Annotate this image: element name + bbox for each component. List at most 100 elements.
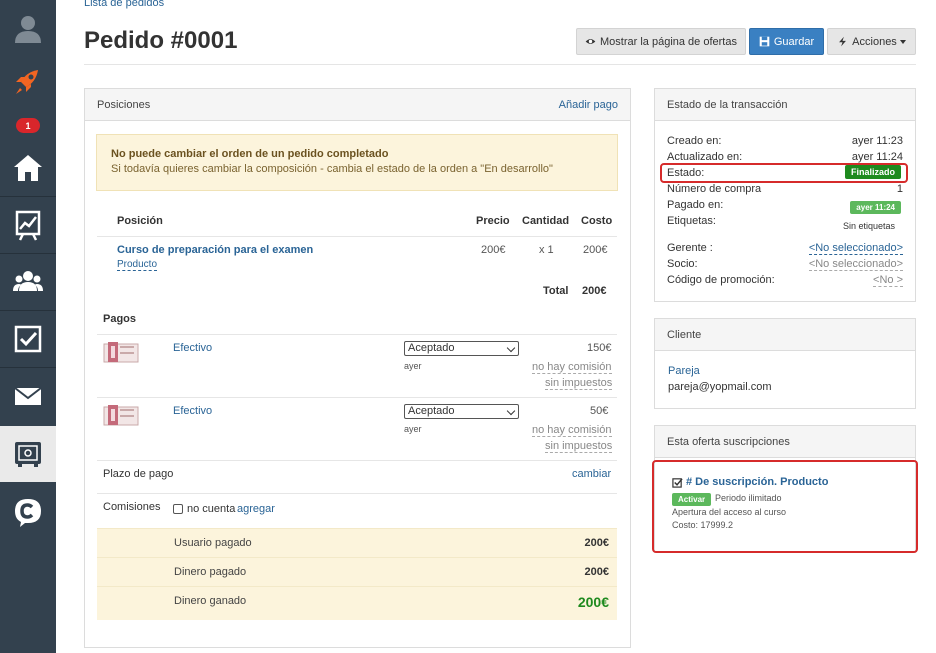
payments-title: Pagos <box>103 313 137 325</box>
positions-panel-header: Posiciones Añadir pago <box>85 89 630 121</box>
sidebar-user-avatar[interactable] <box>0 0 56 56</box>
summary-row-money-earned: Dinero ganado 200€ <box>97 586 617 620</box>
change-payment-term-link[interactable]: cambiar <box>572 468 611 480</box>
safe-icon <box>15 442 41 467</box>
payment-amount: 50€ <box>590 405 609 417</box>
show-offers-label: Mostrar la página de ofertas <box>600 35 737 48</box>
chevron-down-icon <box>899 39 906 44</box>
payment-date: ayer <box>404 424 422 434</box>
sidebar-item-chat[interactable] <box>0 484 56 540</box>
payment-status-select[interactable]: Aceptado <box>404 341 519 356</box>
updated-label: Actualizado en: <box>667 151 743 163</box>
promo-select[interactable]: <No > <box>873 274 903 287</box>
chat-logo-icon <box>15 499 41 527</box>
summary-value-earned: 200€ <box>577 594 609 610</box>
sidebar-item-statistics[interactable] <box>0 197 56 253</box>
purchase-number-label: Número de compra <box>667 183 762 195</box>
subscription-panel-title: Esta oferta suscripciones <box>667 435 790 448</box>
eye-icon <box>585 39 596 44</box>
checked-box-icon <box>672 478 683 488</box>
home-icon <box>14 155 42 181</box>
add-commission-link[interactable]: agregar <box>237 503 275 515</box>
created-label: Creado en: <box>667 135 722 147</box>
promo-label: Código de promoción: <box>667 274 775 286</box>
client-email: pareja@yopmail.com <box>668 381 772 393</box>
show-offers-page-button[interactable]: Mostrar la página de ofertas <box>576 28 746 55</box>
subscription-access: Apertura del acceso al curso <box>672 507 787 517</box>
lightning-icon <box>839 36 847 47</box>
position-item-cost: 200€ <box>583 244 608 256</box>
position-item-type[interactable]: Producto <box>117 259 158 271</box>
subscription-cost: Costo: 17999.2 <box>672 520 734 530</box>
breadcrumb[interactable]: Lista de pedidos <box>84 0 164 9</box>
updated-value: ayer 11:24 <box>851 151 903 163</box>
alert-title: No puede cambiar el orden de un pedido c… <box>111 148 389 160</box>
actions-dropdown-button[interactable]: Acciones <box>827 28 916 55</box>
payment-method-link[interactable]: Efectivo <box>173 342 212 354</box>
payment-amount: 150€ <box>587 342 612 354</box>
total-label: Total <box>543 285 569 297</box>
subscription-product-link[interactable]: # De suscripción. Producto <box>686 476 828 488</box>
sidebar-item-safe[interactable] <box>0 426 56 482</box>
payment-commission[interactable]: no hay comisión <box>532 361 612 374</box>
sidebar-item-tasks[interactable] <box>0 311 56 367</box>
column-header-quantity: Cantidad <box>522 215 570 227</box>
save-button[interactable]: Guardar <box>749 28 824 55</box>
sidebar-item-mail[interactable] <box>0 368 56 424</box>
envelope-icon <box>14 387 42 405</box>
manager-select[interactable]: <No seleccionado> <box>808 242 903 255</box>
payment-date: ayer <box>404 361 422 371</box>
partner-select[interactable]: <No seleccionado> <box>808 258 903 271</box>
page-title: Pedido #0001 <box>84 27 238 54</box>
subscription-active-badge: Activar <box>672 493 712 506</box>
notification-badge[interactable]: 1 <box>16 118 40 133</box>
summary-value: 200€ <box>584 537 609 549</box>
actions-label: Acciones <box>852 35 897 48</box>
checkbox-icon <box>14 325 42 353</box>
payment-tax[interactable]: sin impuestos <box>545 377 613 390</box>
tags-value[interactable]: Sin etiquetas <box>843 221 895 231</box>
paid-badge: ayer 11:24 <box>850 201 901 214</box>
sidebar-item-users[interactable] <box>0 254 56 310</box>
position-item-quantity: x 1 <box>539 244 554 256</box>
sidebar-item-launch[interactable] <box>0 54 56 110</box>
commissions-checkbox[interactable] <box>173 504 183 514</box>
column-header-cost: Costo <box>581 215 613 227</box>
positions-panel-title: Posiciones <box>97 98 151 111</box>
client-panel-header: Cliente <box>655 319 915 351</box>
summary-label: Dinero pagado <box>174 566 247 578</box>
cash-icon <box>103 405 139 426</box>
payment-term-label: Plazo de pago <box>103 468 174 480</box>
client-name-link[interactable]: Pareja <box>668 365 700 377</box>
transaction-panel-title: Estado de la transacción <box>667 98 788 111</box>
paid-label: Pagado en: <box>667 199 724 211</box>
payment-commission[interactable]: no hay comisión <box>532 424 612 437</box>
total-value: 200€ <box>582 285 607 297</box>
subscription-period: Periodo ilimitado <box>715 493 782 503</box>
payment-method-link[interactable]: Efectivo <box>173 405 212 417</box>
commissions-checkbox-label: no cuenta <box>187 503 236 515</box>
summary-label: Dinero ganado <box>174 595 247 607</box>
commissions-label: Comisiones <box>103 501 161 513</box>
status-highlight <box>660 163 908 183</box>
position-item-name[interactable]: Curso de preparación para el examen <box>117 244 313 256</box>
sidebar-item-home[interactable] <box>0 140 56 196</box>
manager-label: Gerente : <box>667 242 713 254</box>
user-avatar-icon <box>15 16 41 43</box>
payment-tax[interactable]: sin impuestos <box>545 440 613 453</box>
completed-order-alert: No puede cambiar el orden de un pedido c… <box>96 134 618 191</box>
payment-status-select[interactable]: Aceptado <box>404 404 519 419</box>
transaction-panel-header: Estado de la transacción <box>655 89 915 121</box>
add-payment-link[interactable]: Añadir pago <box>559 99 618 111</box>
column-header-position: Posición <box>117 215 163 227</box>
save-label: Guardar <box>773 35 815 48</box>
purchase-number-value: 1 <box>896 183 903 195</box>
summary-value: 200€ <box>584 566 609 578</box>
partner-label: Socio: <box>667 258 698 270</box>
summary-row-user-paid: Usuario pagado 200€ <box>97 528 617 557</box>
alert-text: Si todavía quieres cambiar la composició… <box>111 163 553 175</box>
position-item-price: 200€ <box>481 244 506 256</box>
client-panel-title: Cliente <box>667 328 702 341</box>
sidebar: 1 <box>0 0 56 653</box>
subscription-panel-header: Esta oferta suscripciones <box>655 426 915 458</box>
